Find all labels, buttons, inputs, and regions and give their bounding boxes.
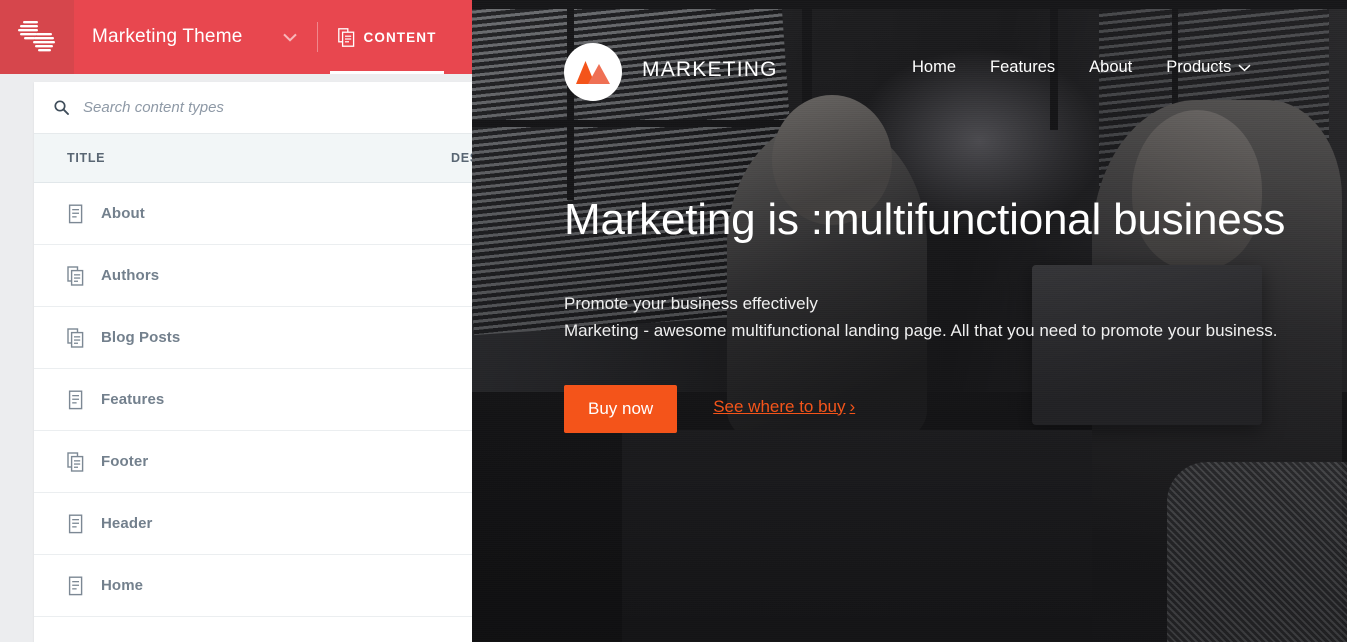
site-selector-label: Marketing Theme bbox=[92, 26, 243, 47]
nav-link-products[interactable]: Products bbox=[1166, 58, 1251, 77]
content-type-title: Footer bbox=[101, 453, 149, 470]
nav-link-label: Products bbox=[1166, 58, 1232, 76]
site-selector[interactable]: Marketing Theme bbox=[74, 0, 317, 74]
content-type-title: About bbox=[101, 205, 145, 222]
hero-cta-group: Buy now See where to buy › bbox=[564, 384, 1347, 433]
stacked-documents-icon bbox=[67, 265, 84, 286]
screen: Marketing Theme CONTENT Search content t… bbox=[0, 0, 1347, 642]
cms-logo-block[interactable] bbox=[0, 0, 74, 74]
nav-link-about[interactable]: About bbox=[1089, 58, 1132, 77]
site-preview-panel: MARKETING Home Features About Products Mark… bbox=[472, 0, 1347, 642]
search-icon bbox=[54, 100, 69, 115]
stacked-documents-icon bbox=[67, 327, 84, 348]
single-document-icon bbox=[68, 514, 83, 533]
column-header-title: TITLE bbox=[67, 151, 106, 165]
single-document-icon bbox=[68, 204, 83, 223]
hero-subtitle-line-1: Promote your business effectively bbox=[564, 293, 818, 313]
content-type-title: Header bbox=[101, 515, 153, 532]
tab-content[interactable]: CONTENT bbox=[318, 0, 457, 74]
mountain-logo-icon bbox=[576, 61, 610, 84]
brightspot-stripes-logo-icon bbox=[18, 21, 55, 52]
hero-title: Marketing is :multifunctional business bbox=[564, 195, 1286, 244]
content-type-title: Authors bbox=[101, 267, 160, 284]
nav-link-label: About bbox=[1089, 58, 1133, 76]
see-where-to-buy-label: See where to buy bbox=[713, 396, 846, 416]
hero-subtitle: Promote your business effectively Market… bbox=[564, 290, 1347, 345]
nav-link-label: Features bbox=[990, 58, 1056, 76]
see-where-to-buy-link[interactable]: See where to buy › bbox=[713, 397, 855, 417]
nav-link-home[interactable]: Home bbox=[912, 58, 956, 77]
stacked-documents-icon bbox=[337, 27, 354, 47]
stacked-documents-icon bbox=[67, 451, 84, 472]
hero-subtitle-line-2: Marketing - awesome multifunctional land… bbox=[564, 321, 1278, 341]
site-logo[interactable] bbox=[564, 43, 622, 101]
site-logo-text: MARKETING bbox=[642, 58, 778, 81]
single-document-icon bbox=[68, 390, 83, 409]
tab-content-label: CONTENT bbox=[363, 29, 437, 45]
chevron-down-icon bbox=[1238, 64, 1251, 71]
content-type-title: Features bbox=[101, 391, 165, 408]
site-nav-links: Home Features About Products bbox=[912, 58, 1251, 77]
single-document-icon bbox=[68, 576, 83, 595]
hero-section: Marketing is :multifunctional business P… bbox=[564, 196, 1347, 433]
chevron-right-icon: › bbox=[849, 396, 856, 416]
chevron-down-icon bbox=[282, 33, 297, 42]
nav-link-features[interactable]: Features bbox=[990, 58, 1055, 77]
buy-now-button[interactable]: Buy now bbox=[564, 384, 678, 433]
content-type-title: Blog Posts bbox=[101, 329, 181, 346]
nav-link-label: Home bbox=[912, 58, 957, 76]
content-type-title: Home bbox=[101, 577, 144, 594]
